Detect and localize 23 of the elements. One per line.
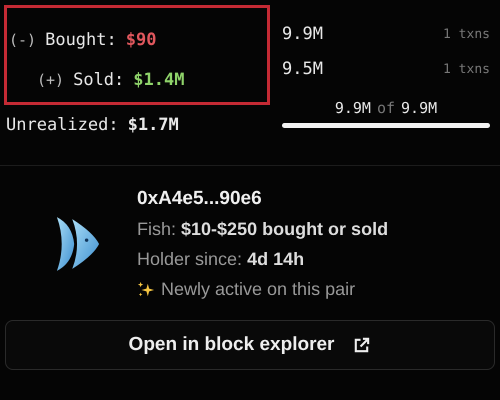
block-explorer-button[interactable]: Open in block explorer: [5, 320, 495, 370]
token-amount: 9.5M: [282, 59, 323, 79]
sign-label: (+): [37, 71, 64, 89]
activity-note: Newly active on this pair: [161, 279, 356, 300]
fish-icon: [55, 215, 101, 273]
external-link-icon: [352, 336, 372, 354]
unrealized-amount: $1.7M: [128, 115, 179, 135]
holding-total: 9.9M: [401, 99, 438, 117]
wallet-detail: Fish: $10-$250 bought or sold: [137, 219, 388, 240]
wallet-detail: Holder since: 4d 14h: [137, 249, 306, 270]
trade-amount: $90: [126, 30, 156, 50]
token-amount: 9.9M: [282, 24, 323, 44]
trade-label: Sold:: [73, 70, 124, 90]
unrealized-label: Unrealized:: [6, 115, 119, 135]
wallet-address: 0xA4e5...90e6: [137, 188, 263, 210]
sign-label: (-): [9, 31, 36, 49]
sparkle-icon: [137, 280, 155, 298]
trade-amount: $1.4M: [133, 70, 184, 90]
trade-label: Bought:: [45, 30, 117, 50]
txn-count: 1 txns: [443, 62, 490, 76]
txn-count: 1 txns: [443, 26, 490, 42]
of-label: of: [376, 99, 396, 117]
holding-amount: 9.9M: [334, 99, 371, 117]
